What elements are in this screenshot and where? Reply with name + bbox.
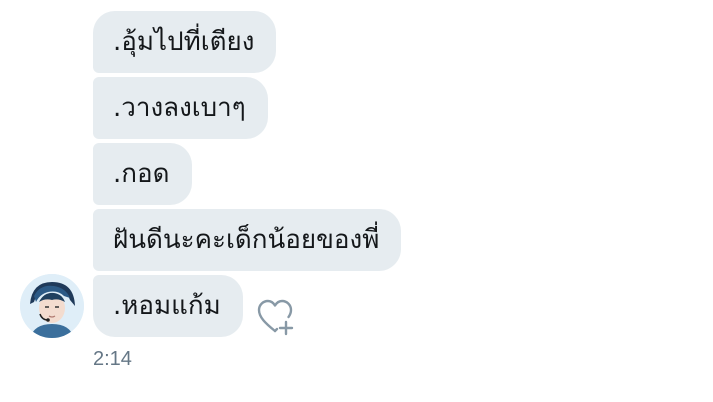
- message-timestamp: 2:14: [93, 348, 132, 370]
- avatar[interactable]: [20, 274, 84, 338]
- message-text: .หอมแก้ม: [113, 291, 221, 321]
- message-text: .อุ้มไปที่เตียง: [113, 27, 255, 57]
- message-bubble[interactable]: .วางลงเบาๆ: [93, 77, 268, 139]
- heart-plus-icon: [257, 299, 294, 336]
- message-text: .วางลงเบาๆ: [113, 93, 246, 123]
- message-bubble[interactable]: .อุ้มไปที่เตียง: [93, 11, 277, 73]
- avatar-image: [20, 274, 84, 338]
- message-text: ฝันดีนะคะเด็กน้อยของพี่: [113, 225, 380, 255]
- like-button[interactable]: [255, 297, 295, 337]
- message-bubble[interactable]: .กอด: [93, 143, 192, 205]
- message-bubble[interactable]: ฝันดีนะคะเด็กน้อยของพี่: [93, 209, 402, 271]
- message-bubble[interactable]: .หอมแก้ม: [93, 275, 243, 337]
- message-text: .กอด: [113, 159, 170, 189]
